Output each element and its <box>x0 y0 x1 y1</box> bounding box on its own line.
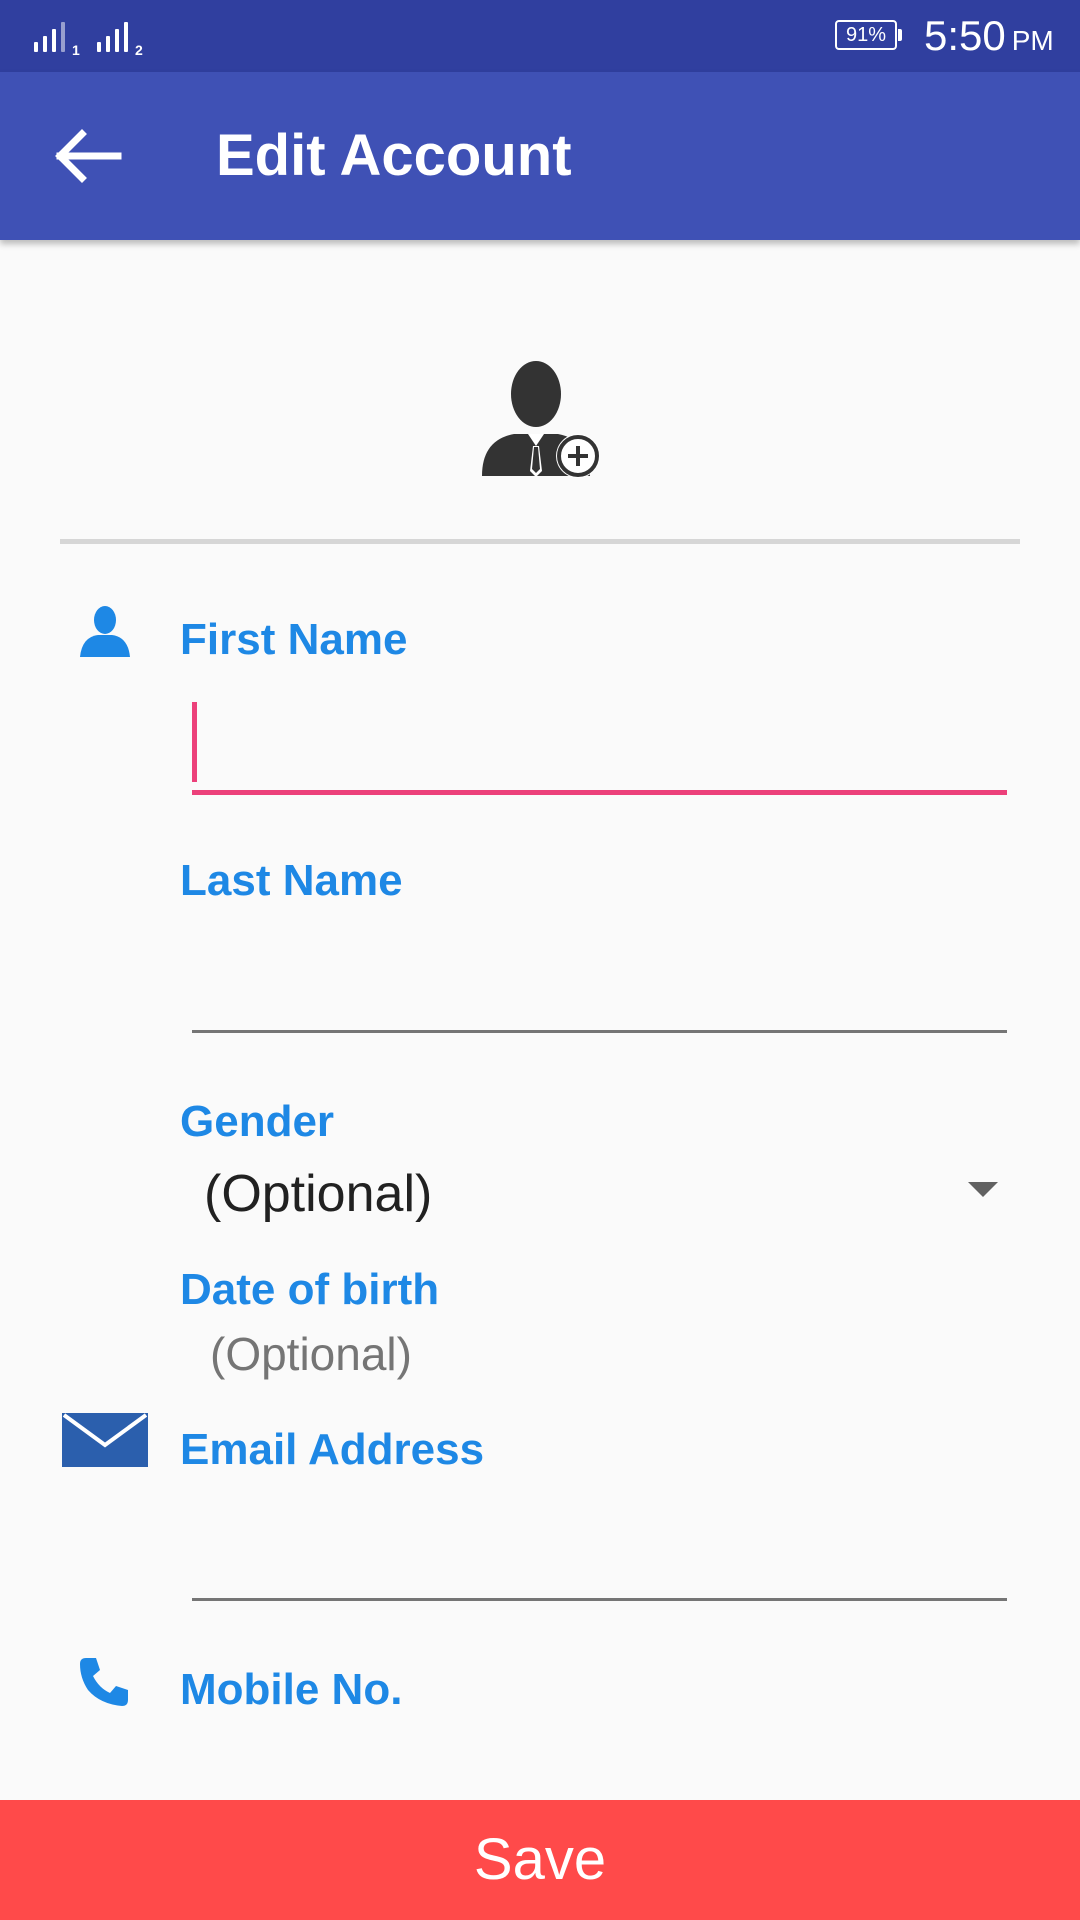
dob-label: Date of birth <box>180 1265 440 1314</box>
email-label: Email Address <box>180 1425 485 1474</box>
sim1-label: 1 <box>72 42 80 58</box>
first-name-label: First Name <box>180 615 408 664</box>
battery-indicator: 91% <box>835 20 897 50</box>
gender-selected-value: (Optional) <box>204 1165 433 1223</box>
back-button[interactable] <box>38 114 128 198</box>
app-bar: Edit Account <box>0 72 1080 240</box>
gender-dropdown[interactable]: (Optional) <box>192 1158 1007 1230</box>
arrow-left-icon <box>55 129 122 183</box>
clock-time: 5:50 <box>924 12 1006 59</box>
first-name-underline <box>192 790 1007 795</box>
clock-ampm: PM <box>1011 25 1054 56</box>
dob-field[interactable]: (Optional) <box>192 1320 1007 1390</box>
phone-icon <box>76 1654 132 1710</box>
battery-tip <box>898 29 902 41</box>
last-name-input[interactable] <box>192 944 1011 1030</box>
sim2-label: 2 <box>135 42 143 58</box>
email-input[interactable] <box>192 1510 1011 1598</box>
avatar-divider <box>60 539 1020 544</box>
last-name-label: Last Name <box>180 856 403 905</box>
signal-sim2-icon: 2 <box>97 20 147 58</box>
clock: 5:50 PM <box>924 12 1054 65</box>
avatar-add-photo-button[interactable] <box>478 356 604 482</box>
text-cursor <box>192 702 197 782</box>
gender-label: Gender <box>180 1097 335 1146</box>
last-name-underline <box>192 1030 1007 1033</box>
email-underline <box>192 1598 1007 1601</box>
person-icon <box>78 605 132 657</box>
page-title: Edit Account <box>216 123 572 188</box>
status-bar: 1 2 91% 5:50 PM <box>0 0 1080 72</box>
dropdown-arrow-icon <box>968 1182 998 1197</box>
save-button[interactable]: Save <box>0 1800 1080 1920</box>
dob-value: (Optional) <box>210 1328 412 1380</box>
first-name-input[interactable] <box>192 700 1011 788</box>
mobile-label: Mobile No. <box>180 1665 403 1714</box>
add-user-photo-icon <box>482 361 600 478</box>
envelope-icon <box>62 1413 148 1467</box>
signal-sim1-icon: 1 <box>34 20 80 58</box>
